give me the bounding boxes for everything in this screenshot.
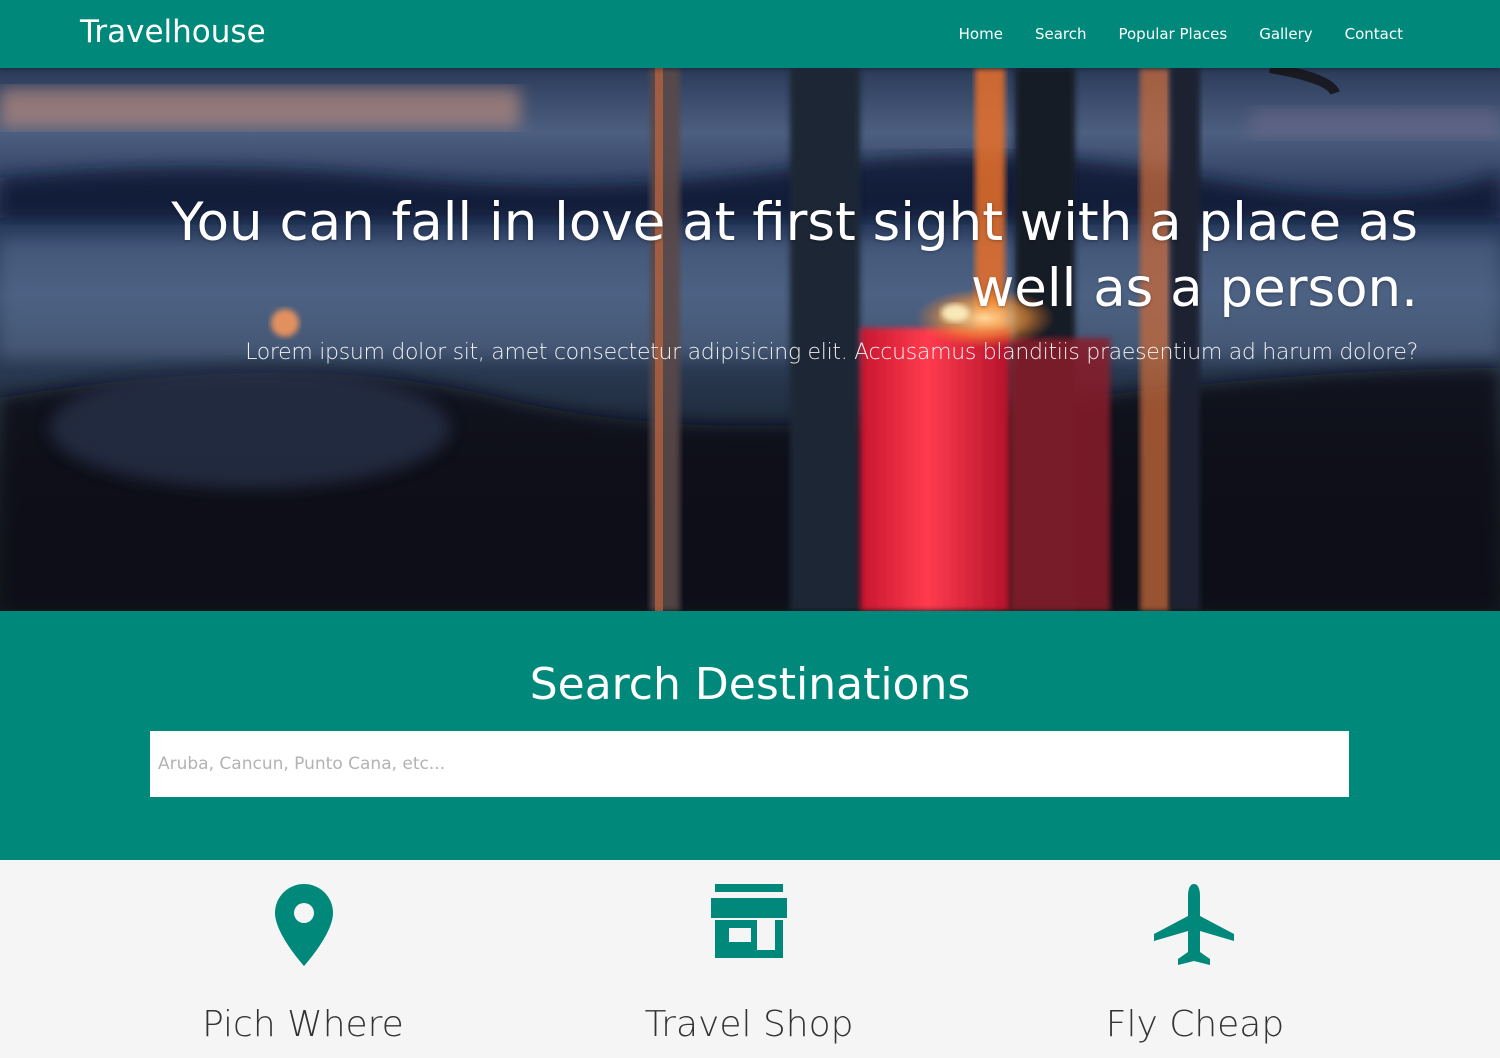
hero-subtitle: Lorem ipsum dolor sit, amet consectetur … (245, 340, 1418, 365)
search-section: Search Destinations (0, 611, 1500, 860)
feature-title: Travel Shop (644, 1004, 854, 1045)
feature-title: Pich Where (202, 1004, 404, 1045)
features-section: Pich Where Travel Shop Fly Cheap (0, 860, 1500, 1058)
nav-links: Home Search Popular Places Gallery Conta… (943, 0, 1419, 68)
store-icon (711, 884, 787, 962)
destination-search-input[interactable] (150, 731, 1349, 797)
navbar: Travelhouse Home Search Popular Places G… (0, 0, 1500, 68)
location-pin-icon (275, 884, 333, 970)
nav-popular-places-link[interactable]: Popular Places (1102, 25, 1243, 43)
hero-text: You can fall in love at first sight with… (98, 190, 1418, 365)
nav-home-link[interactable]: Home (943, 25, 1019, 43)
feature-title: Fly Cheap (1105, 1004, 1285, 1045)
airplane-icon (1154, 884, 1234, 972)
hero-section: You can fall in love at first sight with… (0, 68, 1500, 611)
brand-logo[interactable]: Travelhouse (80, 14, 266, 50)
hero-title: You can fall in love at first sight with… (171, 192, 1418, 319)
nav-search-link[interactable]: Search (1019, 25, 1103, 43)
search-title: Search Destinations (529, 659, 971, 710)
nav-contact-link[interactable]: Contact (1329, 25, 1419, 43)
nav-gallery-link[interactable]: Gallery (1243, 25, 1328, 43)
